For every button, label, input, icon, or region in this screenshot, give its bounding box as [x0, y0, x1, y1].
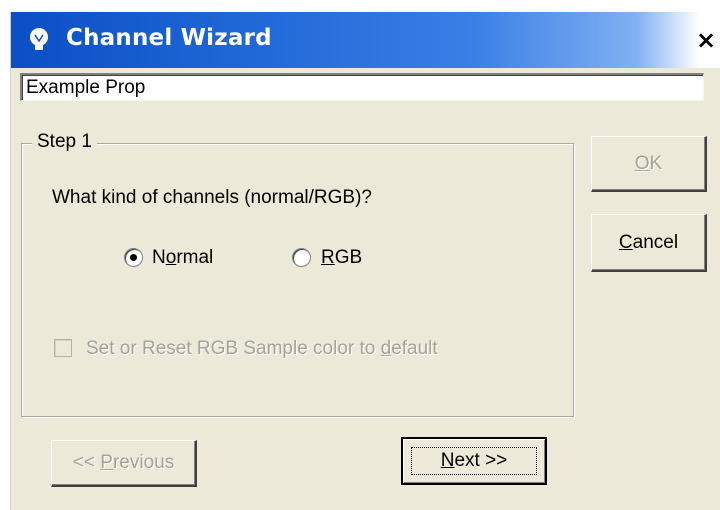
lightbulb-icon [30, 28, 48, 50]
reset-rgb-sample-label: Set or Reset RGB Sample color to default [86, 338, 438, 359]
prop-name-input[interactable] [20, 73, 704, 101]
radio-rgb[interactable] [292, 248, 311, 267]
radio-selected-dot [130, 254, 137, 261]
channel-type-question: What kind of channels (normal/RGB)? [52, 187, 372, 208]
ok-button[interactable]: OK [591, 136, 707, 192]
radio-normal-label[interactable]: Normal [152, 247, 213, 269]
cancel-button[interactable]: Cancel [591, 214, 707, 272]
step-label: Step 1 [32, 131, 97, 153]
close-button[interactable]: × [693, 26, 719, 54]
radio-normal[interactable] [124, 248, 143, 267]
window-title: Channel Wizard [66, 25, 272, 51]
title-bar[interactable]: Channel Wizard [11, 12, 720, 68]
previous-button[interactable]: << Previous [51, 440, 197, 487]
next-button[interactable]: Next >> [401, 437, 547, 485]
reset-rgb-sample-checkbox[interactable] [54, 339, 72, 357]
step-groupbox [21, 143, 574, 417]
radio-rgb-label[interactable]: RGB [321, 247, 362, 269]
